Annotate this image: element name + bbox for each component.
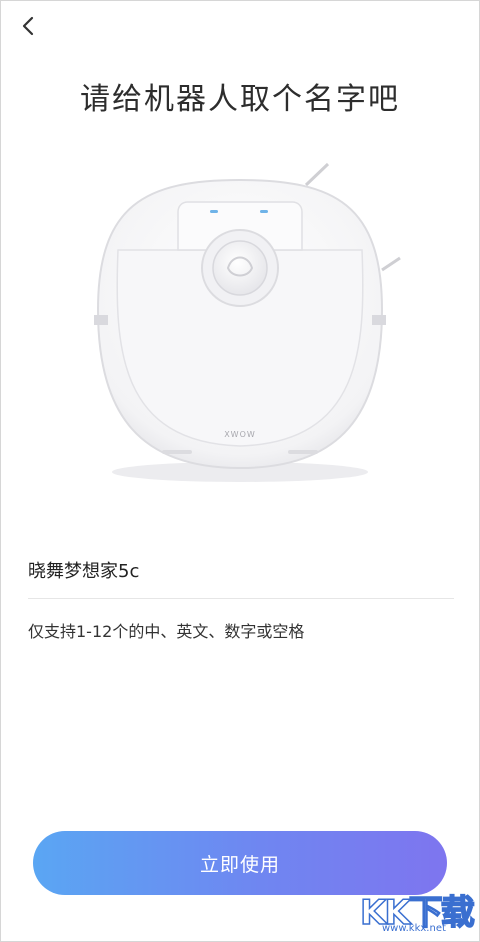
watermark-logo: KK下载 www.kkx.net <box>356 885 476 937</box>
robot-name-input[interactable] <box>28 548 454 592</box>
robot-name-field[interactable] <box>28 548 454 599</box>
robot-vacuum-image: XWOW <box>70 150 410 490</box>
chevron-left-icon <box>22 16 34 36</box>
watermark-url: www.kkx.net <box>382 923 446 934</box>
page-title: 请给机器人取个名字吧 <box>80 82 400 117</box>
back-button[interactable] <box>14 10 42 42</box>
brand-mark: XWOW <box>224 430 256 439</box>
name-hint-text: 仅支持1-12个的中、英文、数字或空格 <box>28 622 305 641</box>
